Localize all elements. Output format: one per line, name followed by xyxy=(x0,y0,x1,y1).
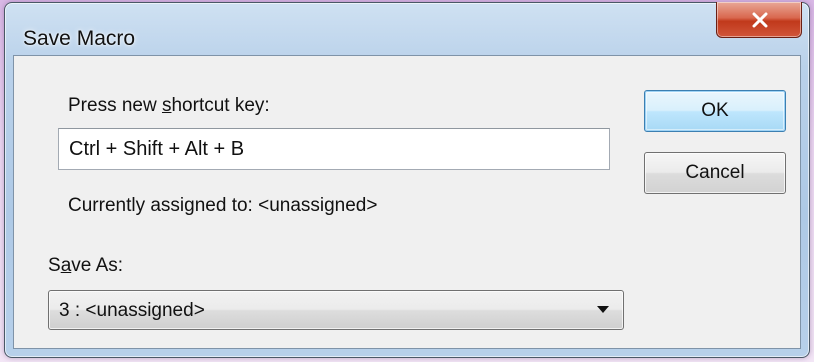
close-icon xyxy=(752,12,768,28)
chevron-down-icon[interactable] xyxy=(597,306,609,313)
ok-button[interactable]: OK xyxy=(644,90,786,132)
save-as-label-mnemonic: a xyxy=(60,255,72,276)
save-macro-dialog: Save Macro Press new shortcut key: Curre… xyxy=(4,2,810,358)
save-as-label: Save As: xyxy=(48,256,123,275)
shortcut-key-label: Press new shortcut key: xyxy=(68,96,270,115)
currently-assigned-text: Currently assigned to: <unassigned> xyxy=(68,195,378,216)
cancel-button[interactable]: Cancel xyxy=(644,152,786,194)
window-title: Save Macro xyxy=(23,27,136,50)
title-bar[interactable]: Save Macro xyxy=(5,2,809,55)
shortcut-key-input[interactable] xyxy=(58,128,610,170)
dialog-body: Press new shortcut key: Currently assign… xyxy=(13,55,801,349)
save-as-selected-value: 3 : <unassigned> xyxy=(59,300,205,321)
save-as-label-part: S xyxy=(48,255,61,276)
shortcut-key-label-rest: hortcut key: xyxy=(171,95,270,116)
save-as-dropdown[interactable]: 3 : <unassigned> xyxy=(48,290,624,330)
shortcut-key-label-part: Press new xyxy=(68,95,162,116)
close-button[interactable] xyxy=(716,2,802,38)
save-as-label-rest: ve As: xyxy=(71,255,124,276)
